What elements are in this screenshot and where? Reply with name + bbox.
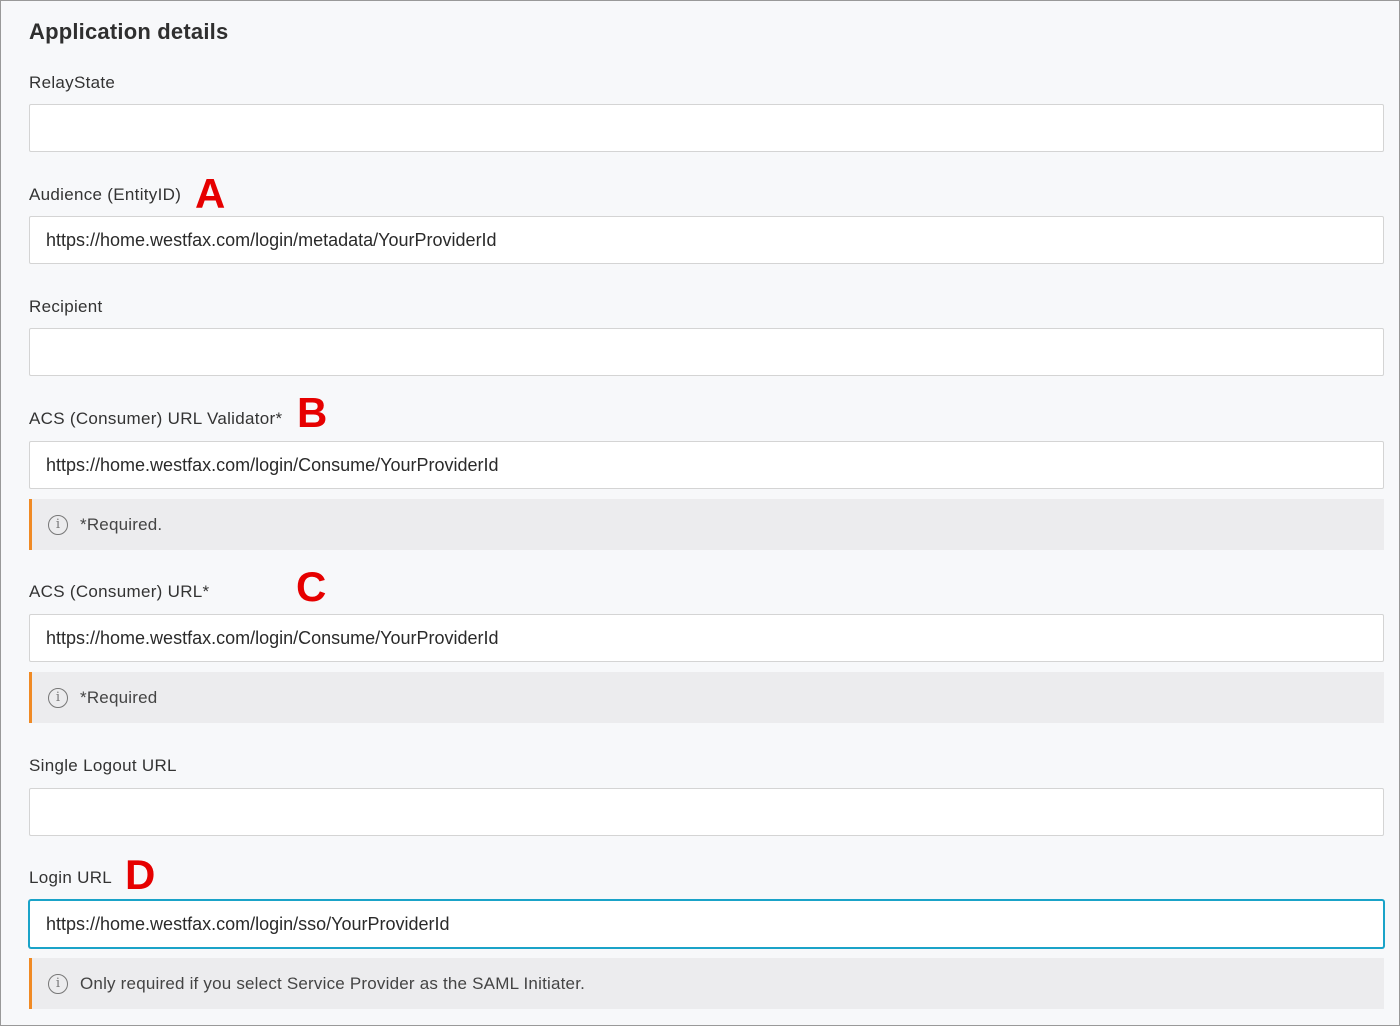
annotation-marker-a: A xyxy=(195,170,226,217)
acs-url-note: i *Required xyxy=(29,672,1384,723)
application-details-panel: Application details RelayState Audience … xyxy=(0,0,1400,1026)
recipient-input[interactable] xyxy=(29,328,1384,376)
info-icon: i xyxy=(48,687,68,708)
annotation-marker-c: C xyxy=(296,563,327,610)
acs-validator-note-text: *Required. xyxy=(80,514,163,534)
info-icon: i xyxy=(48,973,68,994)
audience-label: Audience (EntityID) xyxy=(29,185,182,204)
relay-state-label: RelayState xyxy=(29,73,116,92)
single-logout-label: Single Logout URL xyxy=(29,756,177,775)
section-title: Application details xyxy=(29,19,229,44)
acs-validator-label: ACS (Consumer) URL Validator* xyxy=(29,409,283,428)
info-icon: i xyxy=(48,514,68,535)
login-url-input[interactable] xyxy=(29,900,1384,948)
recipient-label: Recipient xyxy=(29,297,103,316)
acs-url-label: ACS (Consumer) URL* xyxy=(29,582,210,601)
login-url-note-text: Only required if you select Service Prov… xyxy=(80,973,586,993)
relay-state-input[interactable] xyxy=(29,104,1384,152)
login-url-label: Login URL xyxy=(29,868,113,887)
audience-input[interactable] xyxy=(29,216,1384,264)
acs-url-note-text: *Required xyxy=(80,687,158,707)
annotation-marker-b: B xyxy=(297,389,328,436)
acs-validator-input[interactable] xyxy=(29,441,1384,489)
annotation-marker-d: D xyxy=(125,851,156,898)
acs-validator-note: i *Required. xyxy=(29,499,1384,550)
login-url-note: i Only required if you select Service Pr… xyxy=(29,958,1384,1009)
acs-url-input[interactable] xyxy=(29,614,1384,662)
single-logout-input[interactable] xyxy=(29,788,1384,836)
